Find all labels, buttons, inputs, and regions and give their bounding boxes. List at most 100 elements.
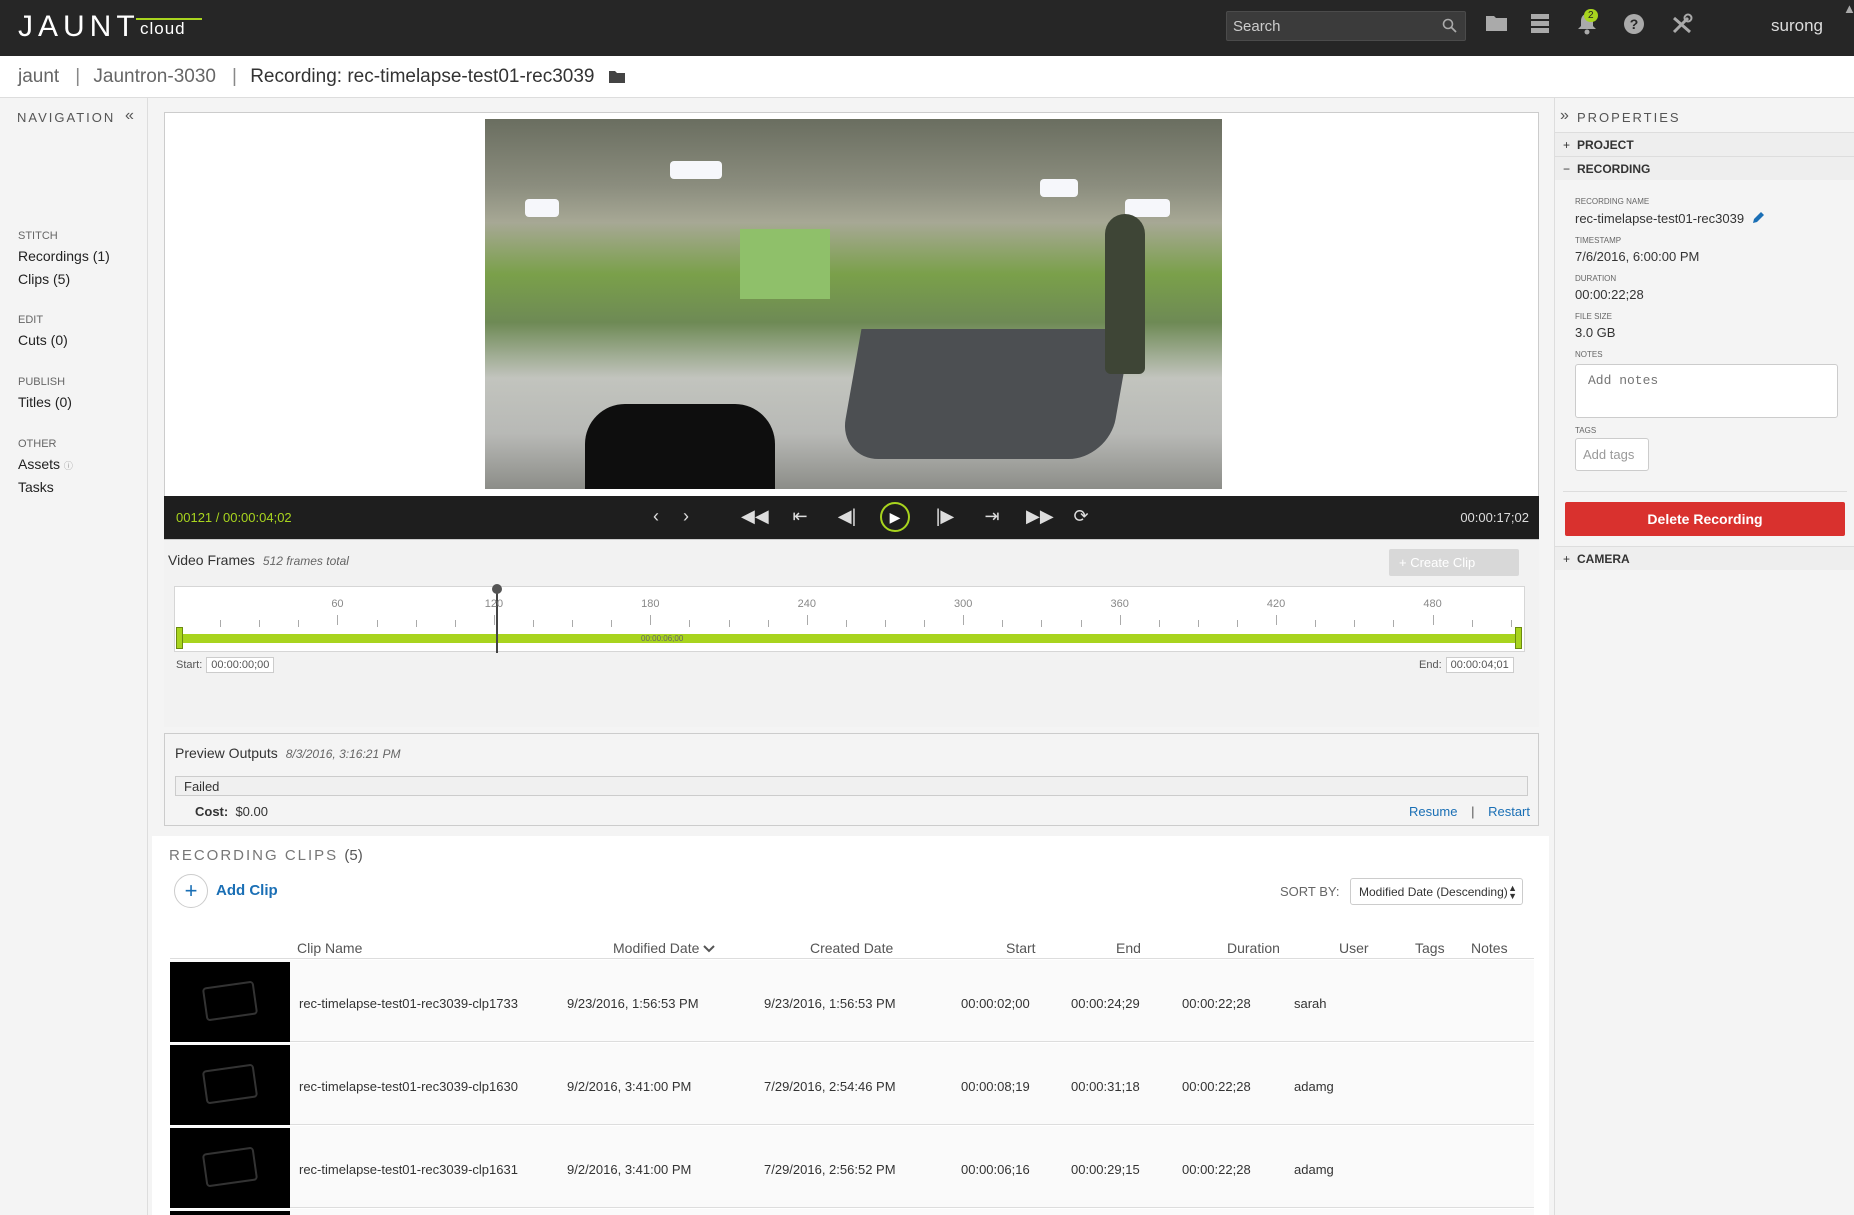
user: sarah	[1294, 996, 1327, 1011]
user-menu[interactable]: surong ▲	[1771, 1, 1854, 36]
fast-forward-icon[interactable]: ▶▶	[1026, 505, 1054, 527]
timeline-tick-label: 120	[484, 598, 504, 610]
section-camera[interactable]: + CAMERA	[1555, 546, 1854, 570]
sort-select[interactable]: Modified Date (Descending) ▲ ▼	[1350, 878, 1523, 905]
link-separator: |	[1471, 804, 1475, 819]
scroll-up-arrow-icon[interactable]: ▲	[1843, 1, 1854, 16]
col-user[interactable]: User	[1339, 940, 1369, 956]
timeline-tick	[650, 615, 652, 625]
breadcrumb: jaunt | Jauntron-3030 | Recording: rec-tim…	[0, 56, 1854, 98]
jump-to-mark-in-icon[interactable]: ⇤	[787, 505, 813, 527]
playhead[interactable]	[492, 584, 503, 653]
col-clip-name[interactable]: Clip Name	[297, 940, 362, 956]
video-frame[interactable]	[485, 119, 1222, 489]
username: surong	[1771, 16, 1823, 35]
delete-recording-button[interactable]: Delete Recording	[1565, 502, 1845, 536]
end-input[interactable]: 00:00:04;01	[1445, 657, 1514, 673]
notes-field[interactable]	[1575, 364, 1838, 418]
add-clip-button[interactable]: + Add Clip	[174, 874, 278, 908]
rewind-icon[interactable]: ◀◀	[741, 505, 769, 527]
info-icon[interactable]: ⓘ	[64, 461, 73, 471]
start-time: 00:00:02;00	[961, 996, 1030, 1011]
cost-value: $0.00	[235, 804, 268, 819]
search-icon[interactable]	[1442, 18, 1457, 37]
col-created-date[interactable]: Created Date	[810, 940, 893, 956]
end-handle[interactable]	[1515, 627, 1522, 649]
sidebar-item-clips[interactable]: Clips (5)	[18, 271, 70, 287]
breadcrumb-item-jaunt[interactable]: jaunt	[18, 66, 59, 87]
step-back-icon[interactable]: ◀|	[834, 505, 860, 527]
col-start[interactable]: Start	[1006, 940, 1036, 956]
timeline-tick	[689, 620, 691, 627]
col-label: Modified Date	[613, 940, 700, 956]
plus-icon: +	[1563, 138, 1571, 152]
clip-thumbnail[interactable]	[170, 1211, 290, 1215]
col-end[interactable]: End	[1116, 940, 1141, 956]
preview-actions: Resume | Restart	[1409, 804, 1530, 819]
step-forward-icon[interactable]: |▶	[932, 505, 958, 527]
clip-name[interactable]: rec-timelapse-test01-rec3039-clp1631	[299, 1162, 518, 1177]
folder-icon[interactable]	[608, 68, 626, 90]
clip-thumbnail[interactable]	[170, 962, 290, 1042]
table-row[interactable]: rec-timelapse-test01-rec3039-clp1733 9/2…	[170, 960, 1534, 1042]
expand-right-icon[interactable]: »	[1560, 107, 1569, 125]
table-row[interactable]	[170, 1209, 1534, 1215]
col-duration[interactable]: Duration	[1227, 940, 1280, 956]
placeholder-image-icon	[201, 980, 259, 1022]
timeline-tick	[572, 620, 574, 627]
frame-timeline[interactable]: 00:00:06;00 60 120 180 240 300 360 420 480	[174, 584, 1525, 653]
restart-link[interactable]: Restart	[1488, 804, 1530, 819]
section-recording[interactable]: − RECORDING	[1555, 156, 1854, 180]
section-project[interactable]: + PROJECT	[1555, 132, 1854, 156]
sidebar-item-assets[interactable]: Assets ⓘ	[18, 456, 73, 472]
start-time: 00:00:08;19	[961, 1079, 1030, 1094]
tags-field[interactable]: Add tags	[1575, 438, 1649, 471]
clip-name[interactable]: rec-timelapse-test01-rec3039-clp1630	[299, 1079, 518, 1094]
page-title: Recording: rec-timelapse-test01-rec3039	[250, 66, 595, 87]
user: adamg	[1294, 1162, 1334, 1177]
clip-range-bar[interactable]: 00:00:06;00	[181, 634, 1517, 643]
table-row[interactable]: rec-timelapse-test01-rec3039-clp1631 9/2…	[170, 1126, 1534, 1208]
collapse-left-icon[interactable]: «	[125, 107, 134, 125]
pencil-icon[interactable]	[1752, 211, 1765, 227]
sidebar-item-recordings[interactable]: Recordings (1)	[18, 248, 110, 264]
sidebar-item-tasks[interactable]: Tasks	[18, 479, 54, 495]
range-duration-label: 00:00:06;00	[641, 634, 684, 643]
col-notes[interactable]: Notes	[1471, 940, 1508, 956]
create-clip-button[interactable]: + Create Clip	[1389, 549, 1519, 576]
tools-icon[interactable]	[1668, 13, 1696, 41]
help-icon[interactable]: ?	[1620, 13, 1648, 41]
section-label: RECORDING	[1577, 162, 1651, 176]
timeline-tick-label: 60	[331, 598, 344, 610]
play-button[interactable]: ▶	[880, 502, 910, 532]
search-input[interactable]	[1233, 18, 1433, 35]
created-date: 7/29/2016, 2:56:52 PM	[764, 1162, 896, 1177]
start-input[interactable]: 00:00:00;00	[206, 657, 275, 673]
folder-icon[interactable]	[1483, 13, 1511, 41]
select-arrows-icon: ▲ ▼	[1508, 883, 1517, 901]
clip-name[interactable]: rec-timelapse-test01-rec3039-clp1733	[299, 996, 518, 1011]
camera-blind-spot	[585, 404, 775, 489]
server-icon[interactable]	[1526, 13, 1554, 41]
mark-in-icon[interactable]: ‹	[643, 505, 669, 527]
notes-label: NOTES	[1575, 350, 1603, 359]
search-box[interactable]	[1226, 11, 1466, 41]
end-time: 00:00:24;29	[1071, 996, 1140, 1011]
end-time: 00:00:29;15	[1071, 1162, 1140, 1177]
resume-link[interactable]: Resume	[1409, 804, 1457, 819]
mark-out-icon[interactable]: ›	[673, 505, 699, 527]
sidebar-item-cuts[interactable]: Cuts (0)	[18, 332, 68, 348]
timeline-tick	[337, 615, 339, 625]
loop-icon[interactable]: ⟳	[1068, 505, 1094, 527]
col-tags[interactable]: Tags	[1415, 940, 1445, 956]
clip-thumbnail[interactable]	[170, 1045, 290, 1125]
sidebar-item-titles[interactable]: Titles (0)	[18, 394, 72, 410]
jump-to-mark-out-icon[interactable]: ⇥	[979, 505, 1005, 527]
table-row[interactable]: rec-timelapse-test01-rec3039-clp1630 9/2…	[170, 1043, 1534, 1125]
jaunt-logo[interactable]: JAUNT cloud	[18, 12, 202, 42]
breadcrumb-item-project[interactable]: Jauntron-3030	[93, 66, 216, 87]
clip-thumbnail[interactable]	[170, 1128, 290, 1208]
start-handle[interactable]	[176, 627, 183, 649]
col-modified-date[interactable]: Modified Date	[613, 940, 715, 956]
recording-clips-title: RECORDING CLIPS (5)	[169, 847, 363, 864]
